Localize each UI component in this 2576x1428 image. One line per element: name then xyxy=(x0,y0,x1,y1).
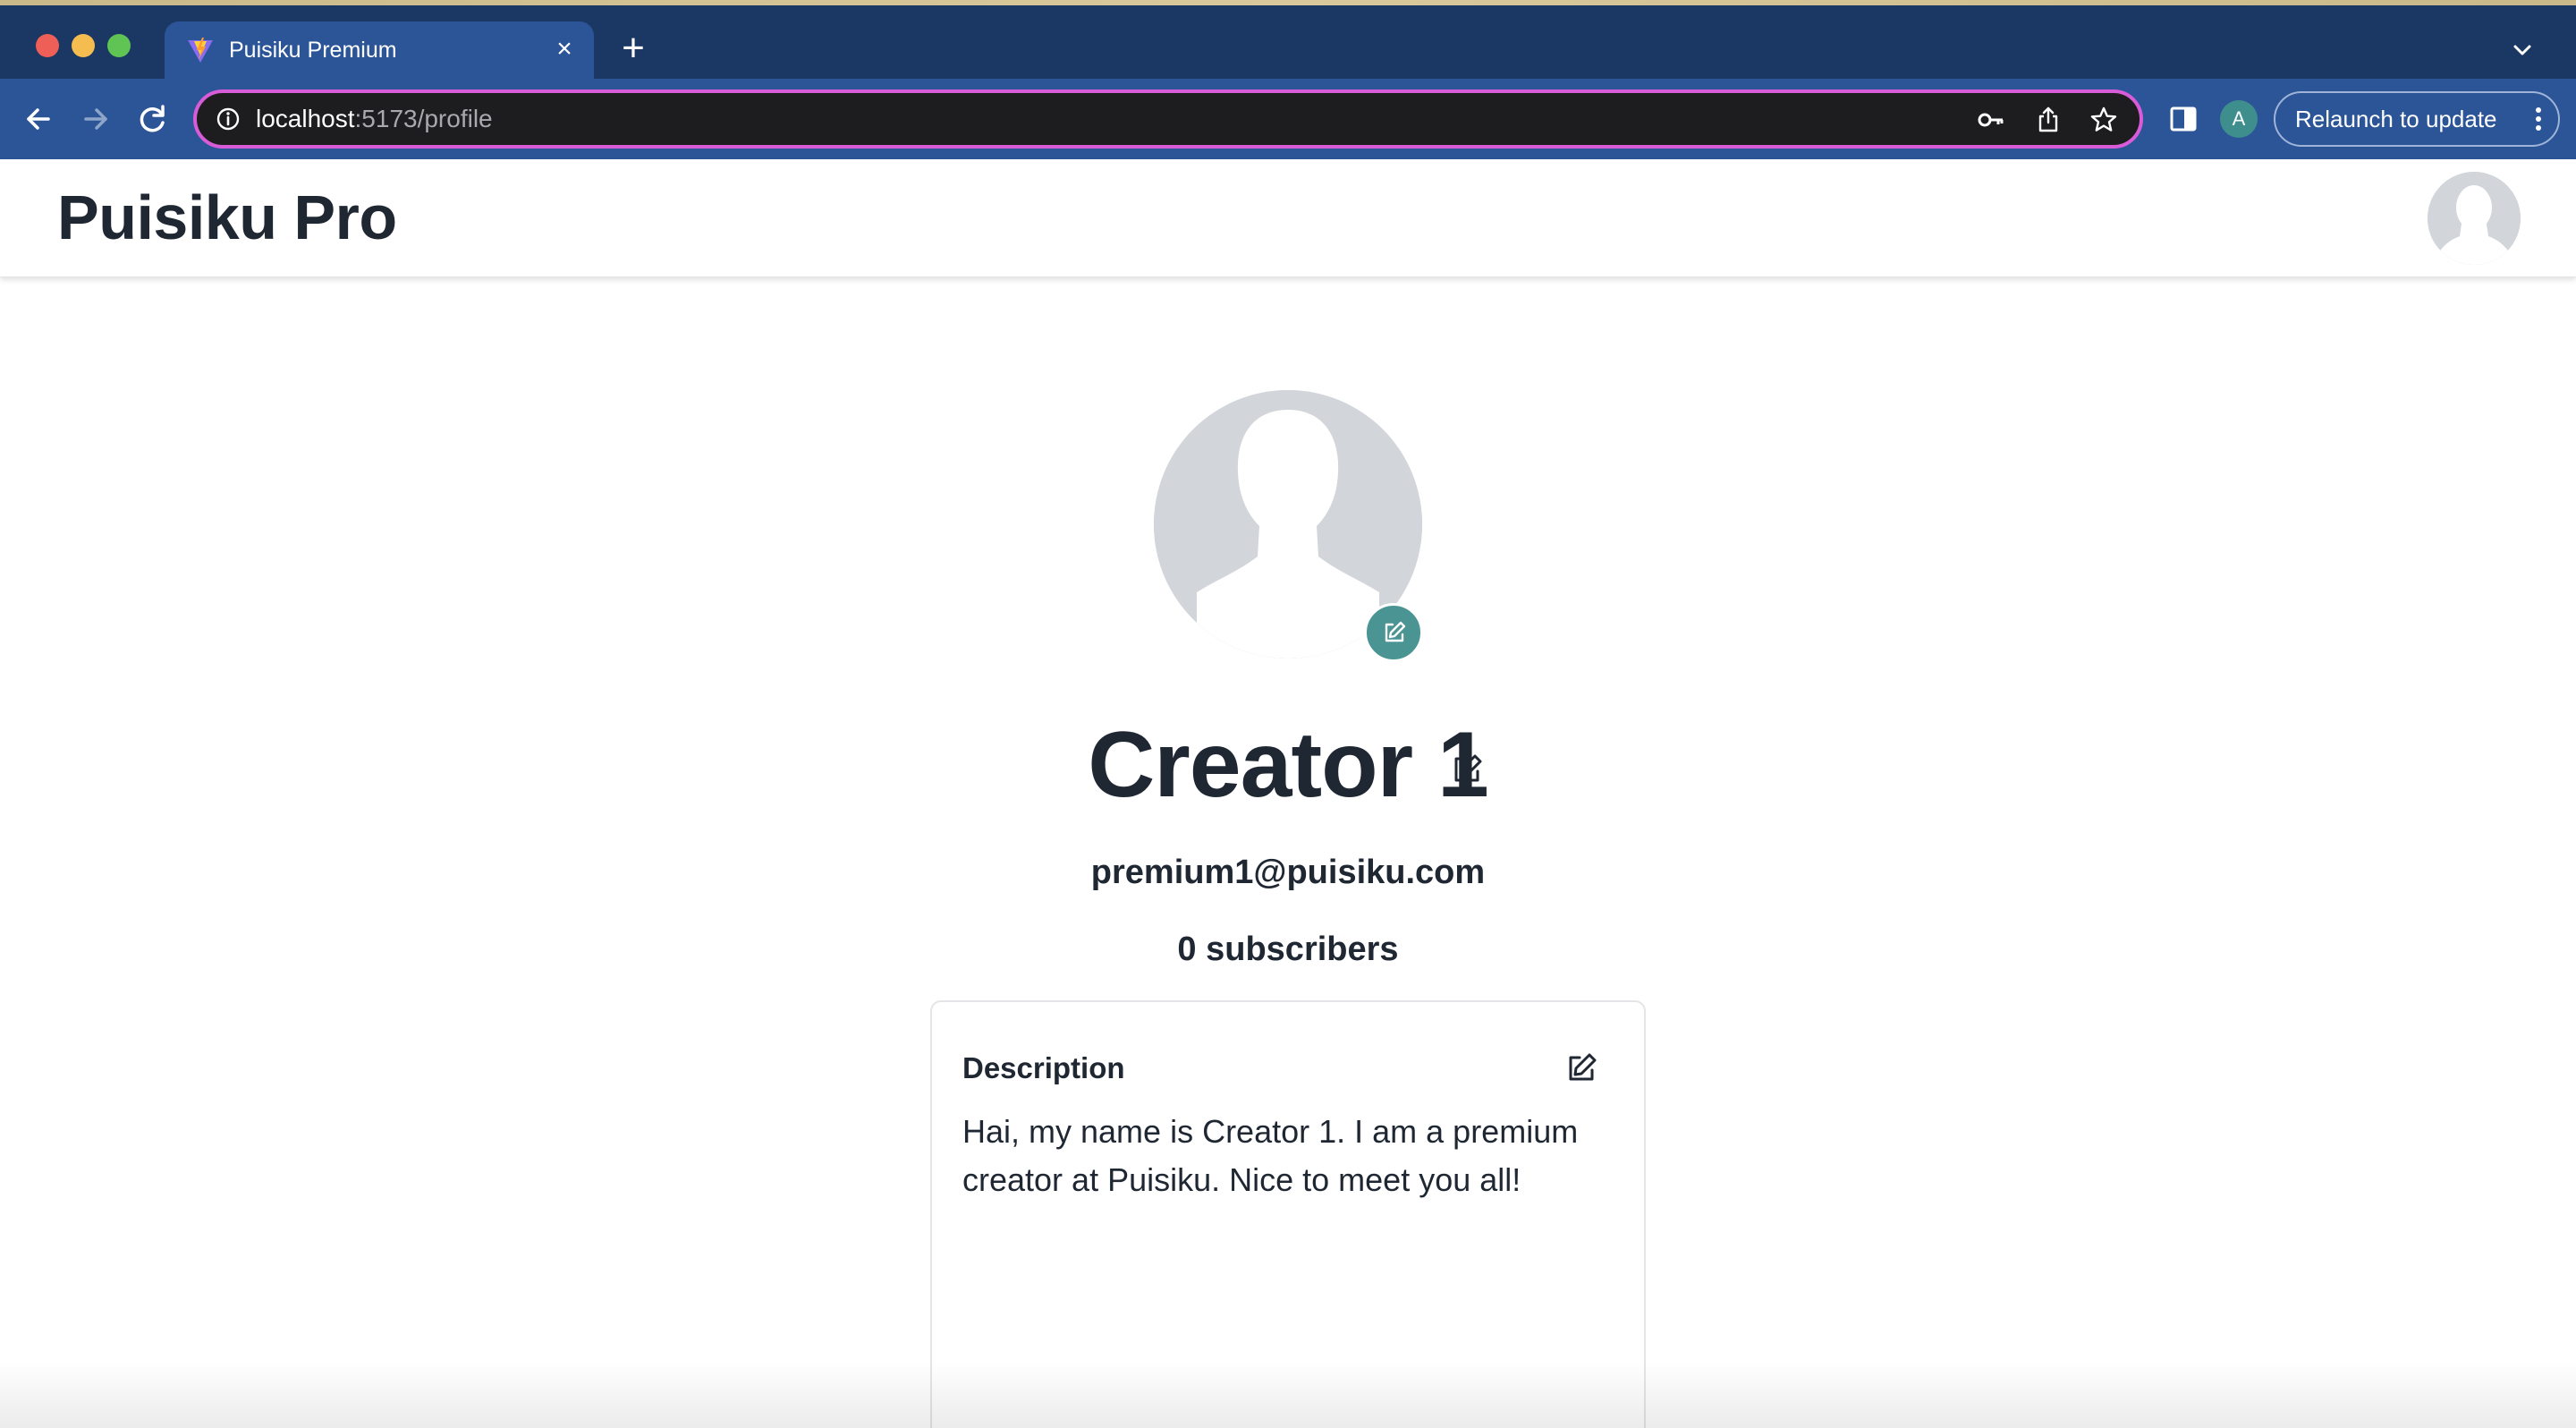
window-top-edge xyxy=(0,0,2576,5)
address-path: :5173/profile xyxy=(354,105,493,132)
edit-description-icon[interactable] xyxy=(1563,1050,1599,1086)
forward-icon[interactable] xyxy=(75,98,116,140)
browser-profile-avatar[interactable]: A xyxy=(2220,100,2258,138)
browser-tab-active[interactable]: Puisiku Premium × xyxy=(165,21,594,79)
user-silhouette-icon xyxy=(2428,172,2521,265)
edit-avatar-button[interactable] xyxy=(1364,603,1423,662)
key-icon[interactable] xyxy=(1977,106,2005,134)
profile-page: Creator 1 premium1@puisiku.com 0 subscri… xyxy=(0,277,2576,1428)
address-host: localhost xyxy=(256,105,355,132)
reload-icon[interactable] xyxy=(132,98,174,140)
relaunch-to-update-button[interactable]: Relaunch to update xyxy=(2274,91,2560,147)
app-title[interactable]: Puisiku Pro xyxy=(57,177,397,258)
description-heading: Description xyxy=(962,1051,1125,1084)
side-panel-icon[interactable] xyxy=(2168,104,2199,134)
browser-chrome: Puisiku Premium × + localhost:5173/profi… xyxy=(0,0,2576,159)
browser-toolbar: localhost:5173/profile A Relaunch to upd… xyxy=(0,79,2576,159)
edit-icon xyxy=(1385,621,1406,642)
address-bar[interactable]: localhost:5173/profile xyxy=(193,89,2143,149)
header-user-avatar[interactable] xyxy=(2428,172,2521,265)
close-window-button[interactable] xyxy=(36,34,59,57)
description-card: Description Hai, my name is Creator 1. I… xyxy=(930,1000,1646,1428)
profile-name: Creator 1 xyxy=(1088,713,1489,817)
description-text: Hai, my name is Creator 1. I am a premiu… xyxy=(962,1113,1579,1198)
profile-email: premium1@puisiku.com xyxy=(1090,854,1486,891)
edit-name-icon[interactable] xyxy=(1449,752,1485,787)
more-icon[interactable] xyxy=(2535,106,2542,132)
star-icon[interactable] xyxy=(2089,106,2118,134)
relaunch-label: Relaunch to update xyxy=(2295,106,2497,132)
profile-name-row: Creator 1 xyxy=(0,707,2576,823)
tab-close-icon[interactable]: × xyxy=(549,34,580,64)
tab-title: Puisiku Premium xyxy=(229,38,397,63)
app-header: Puisiku Pro xyxy=(0,159,2576,277)
new-tab-button[interactable]: + xyxy=(615,29,651,68)
subscriber-count: 0 subscribers xyxy=(1177,931,1399,968)
share-icon[interactable] xyxy=(2034,106,2063,134)
back-icon[interactable] xyxy=(18,98,59,140)
tab-list-icon[interactable] xyxy=(2504,36,2540,66)
address-url: localhost:5173/profile xyxy=(256,102,493,136)
minimize-window-button[interactable] xyxy=(72,34,95,57)
maximize-window-button[interactable] xyxy=(107,34,131,57)
info-icon[interactable] xyxy=(215,106,242,132)
vite-favicon-icon xyxy=(188,38,213,63)
